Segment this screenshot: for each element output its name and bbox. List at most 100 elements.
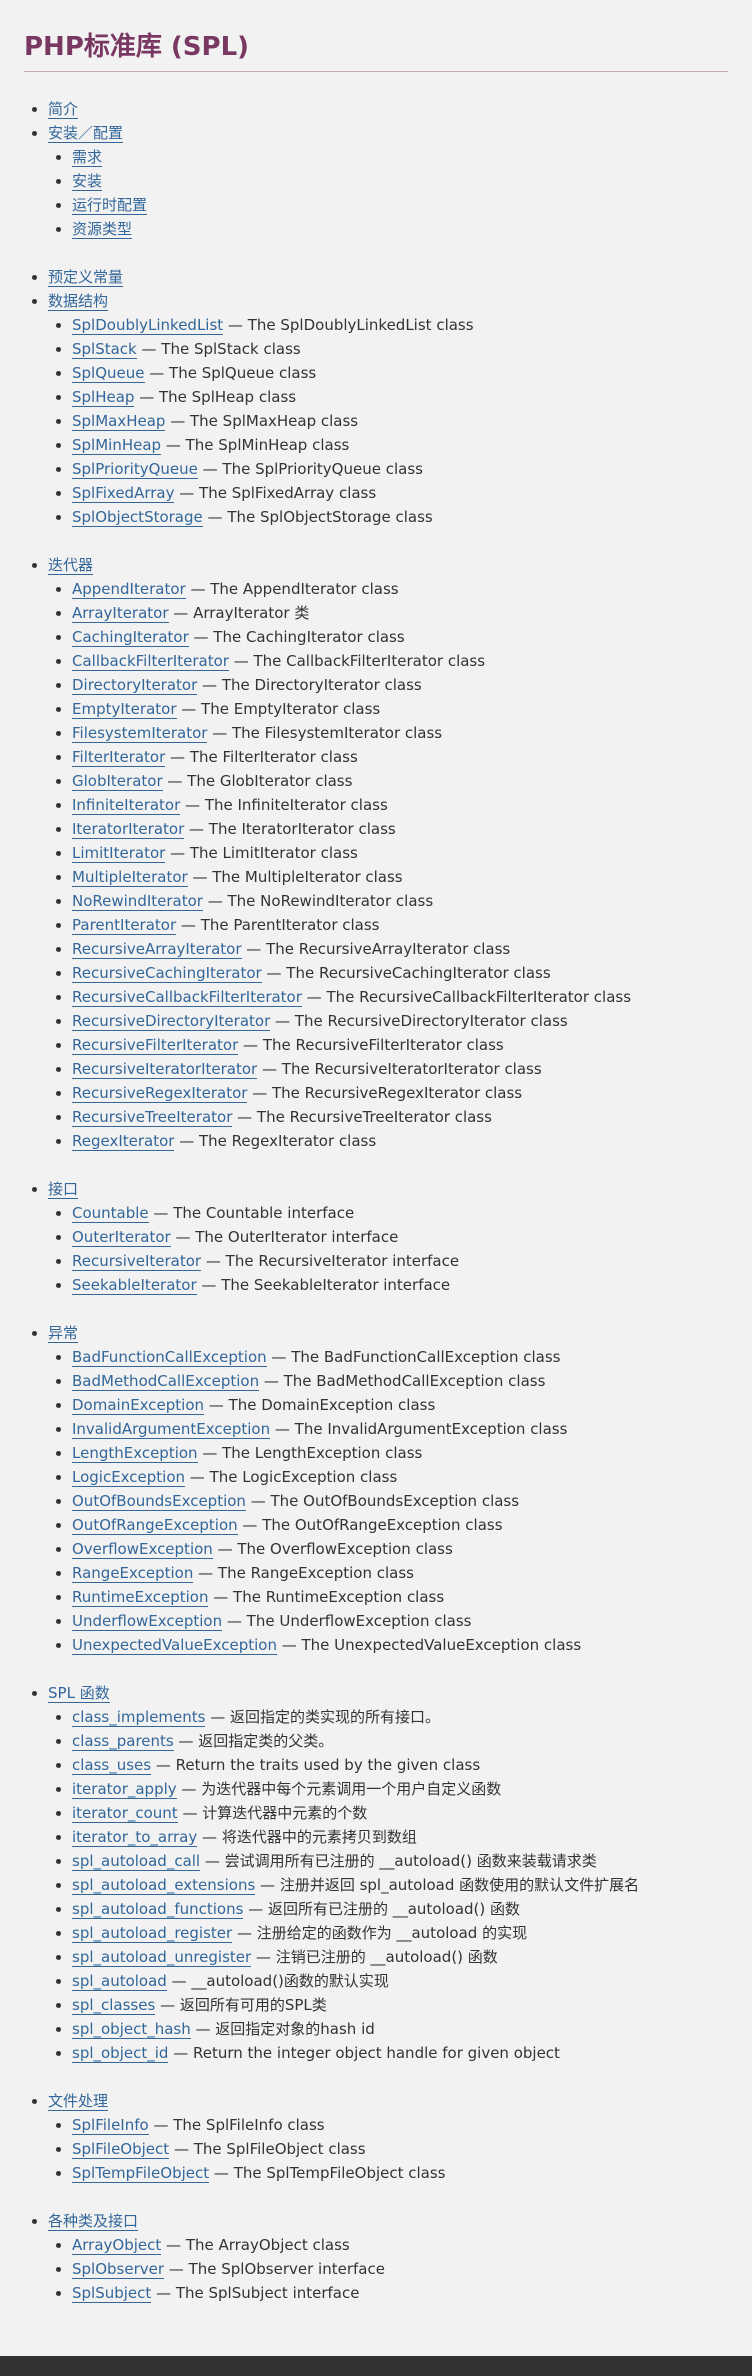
toc-item-link[interactable]: spl_autoload_call [72,1852,201,1871]
toc-item-link[interactable]: spl_object_id [72,2044,169,2063]
toc-item-link[interactable]: FilterIterator [72,748,166,767]
toc-item-description: 返回指定对象的hash id [215,2020,375,2038]
toc-item: SeekableIterator — The SeekableIterator … [72,1273,728,1297]
toc-item-link[interactable]: LengthException [72,1444,198,1463]
toc-item-link[interactable]: RecursiveDirectoryIterator [72,1012,271,1031]
toc-section-link[interactable]: 数据结构 [48,292,109,311]
toc-item-link[interactable]: FilesystemIterator [72,724,208,743]
toc-item-link[interactable]: GlobIterator [72,772,163,791]
toc-section-link[interactable]: 异常 [48,1324,79,1343]
toc-item-link[interactable]: RecursiveArrayIterator [72,940,242,959]
toc-section-link[interactable]: 迭代器 [48,556,94,575]
toc-item-link[interactable]: InvalidArgumentException [72,1420,271,1439]
toc-item-link[interactable]: UnderflowException [72,1612,223,1631]
toc-item-link[interactable]: SplFixedArray [72,484,175,503]
toc-item-link[interactable]: RecursiveTreeIterator [72,1108,233,1127]
toc-item: spl_autoload_unregister — 注销已注册的 __autol… [72,1945,728,1969]
toc-item-link[interactable]: RecursiveCachingIterator [72,964,262,983]
toc-item-link[interactable]: SplQueue [72,364,145,383]
toc-section-link[interactable]: 各种类及接口 [48,2212,139,2231]
toc-section-link[interactable]: 安装／配置 [48,124,124,143]
toc-item-link[interactable]: IteratorIterator [72,820,185,839]
toc-item-link[interactable]: SplDoublyLinkedList [72,316,224,335]
toc-item-link[interactable]: spl_autoload [72,1972,167,1991]
toc-item-separator: — [173,1732,199,1750]
toc-item-link[interactable]: OutOfBoundsException [72,1492,246,1511]
toc-section-link[interactable]: 简介 [48,100,79,119]
toc-item-link[interactable]: BadMethodCallException [72,1372,260,1391]
toc-item-link[interactable]: ParentIterator [72,916,177,935]
toc-item-link[interactable]: spl_classes [72,1996,156,2015]
toc-item-link[interactable]: spl_autoload_register [72,1924,233,1943]
toc-item-separator: — [155,1996,180,2014]
toc-item-description: The RecursiveFilterIterator class [262,1036,504,1054]
toc-item-link[interactable]: OverflowException [72,1540,213,1559]
toc-item-link[interactable]: SplTempFileObject [72,2164,210,2183]
toc-item: iterator_count — 计算迭代器中元素的个数 [72,1801,728,1825]
toc-item: spl_autoload_register — 注册给定的函数作为 __auto… [72,1921,728,1945]
toc-item-link[interactable]: RecursiveFilterIterator [72,1036,239,1055]
toc-item-link[interactable]: SplFileObject [72,2140,170,2159]
toc-section-link[interactable]: 文件处理 [48,2092,109,2111]
toc-item-link[interactable]: class_parents [72,1732,174,1751]
toc-item-link[interactable]: RecursiveIteratorIterator [72,1060,258,1079]
toc-item-link[interactable]: BadFunctionCallException [72,1348,267,1367]
toc-item-link[interactable]: RecursiveCallbackFilterIterator [72,988,302,1007]
toc-item-link[interactable]: iterator_apply [72,1780,177,1799]
toc-item-link[interactable]: AppendIterator [72,580,186,599]
toc-item-link[interactable]: SeekableIterator [72,1276,197,1295]
toc-item-link[interactable]: ArrayObject [72,2236,162,2255]
toc-item-link[interactable]: SplHeap [72,388,135,407]
toc-item-link[interactable]: spl_autoload_extensions [72,1876,256,1895]
toc-item-link[interactable]: SplFileInfo [72,2116,149,2135]
toc-item-link[interactable]: LimitIterator [72,844,166,863]
toc-item-link[interactable]: 资源类型 [72,220,133,239]
toc-item-link[interactable]: iterator_count [72,1804,178,1823]
toc-item-link[interactable]: CachingIterator [72,628,189,647]
toc-item-link[interactable]: NoRewindIterator [72,892,203,911]
toc-item-link[interactable]: RecursiveRegexIterator [72,1084,248,1103]
toc-item-link[interactable]: OuterIterator [72,1228,171,1247]
toc-item-link[interactable]: SplSubject [72,2284,152,2303]
toc-item-link[interactable]: spl_autoload_unregister [72,1948,252,1967]
toc-item-link[interactable]: LogicException [72,1468,186,1487]
toc-item-link[interactable]: class_implements [72,1708,206,1727]
toc-item-link[interactable]: 安装 [72,172,103,191]
toc-item: GlobIterator — The GlobIterator class [72,769,728,793]
toc-item-link[interactable]: spl_object_hash [72,2020,191,2039]
toc-item-link[interactable]: spl_autoload_functions [72,1900,244,1919]
toc-item-link[interactable]: EmptyIterator [72,700,177,719]
toc-item-description: The SplMaxHeap class [190,412,359,430]
toc-item-link[interactable]: RuntimeException [72,1588,209,1607]
toc-item-link[interactable]: RangeException [72,1564,194,1583]
toc-item-link[interactable]: SplMaxHeap [72,412,166,431]
toc-item-link[interactable]: SplObjectStorage [72,508,203,527]
toc-item-link[interactable]: InfiniteIterator [72,796,181,815]
toc-item-link[interactable]: ArrayIterator [72,604,169,623]
toc-item-link[interactable]: MultipleIterator [72,868,188,887]
toc-item-link[interactable]: Countable [72,1204,149,1223]
toc-item-description: The UnderflowException class [246,1612,472,1630]
toc-item-link[interactable]: RecursiveIterator [72,1252,202,1271]
toc-item-link[interactable]: CallbackFilterIterator [72,652,229,671]
toc-item-separator: — [241,940,267,958]
toc-section-link[interactable]: 预定义常量 [48,268,124,287]
toc-item-description: The RecursiveCachingIterator class [286,964,551,982]
toc-item-link[interactable]: 需求 [72,148,103,167]
toc-item-link[interactable]: class_uses [72,1756,152,1775]
toc-section-link[interactable]: 接口 [48,1180,79,1199]
toc-item-link[interactable]: SplMinHeap [72,436,162,455]
toc-item-link[interactable]: DirectoryIterator [72,676,198,695]
toc-item-description: The Countable interface [173,1204,355,1222]
toc-section-link[interactable]: SPL 函数 [48,1684,110,1703]
toc-item-link[interactable]: RegexIterator [72,1132,175,1151]
toc-item: RegexIterator — The RegexIterator class [72,1129,728,1153]
toc-item-link[interactable]: UnexpectedValueException [72,1636,277,1655]
toc-item-link[interactable]: 运行时配置 [72,196,148,215]
toc-item-link[interactable]: iterator_to_array [72,1828,198,1847]
toc-item-link[interactable]: SplStack [72,340,137,359]
toc-item-link[interactable]: DomainException [72,1396,205,1415]
toc-item-link[interactable]: SplPriorityQueue [72,460,198,479]
toc-item-link[interactable]: SplObserver [72,2260,165,2279]
toc-item-link[interactable]: OutOfRangeException [72,1516,238,1535]
